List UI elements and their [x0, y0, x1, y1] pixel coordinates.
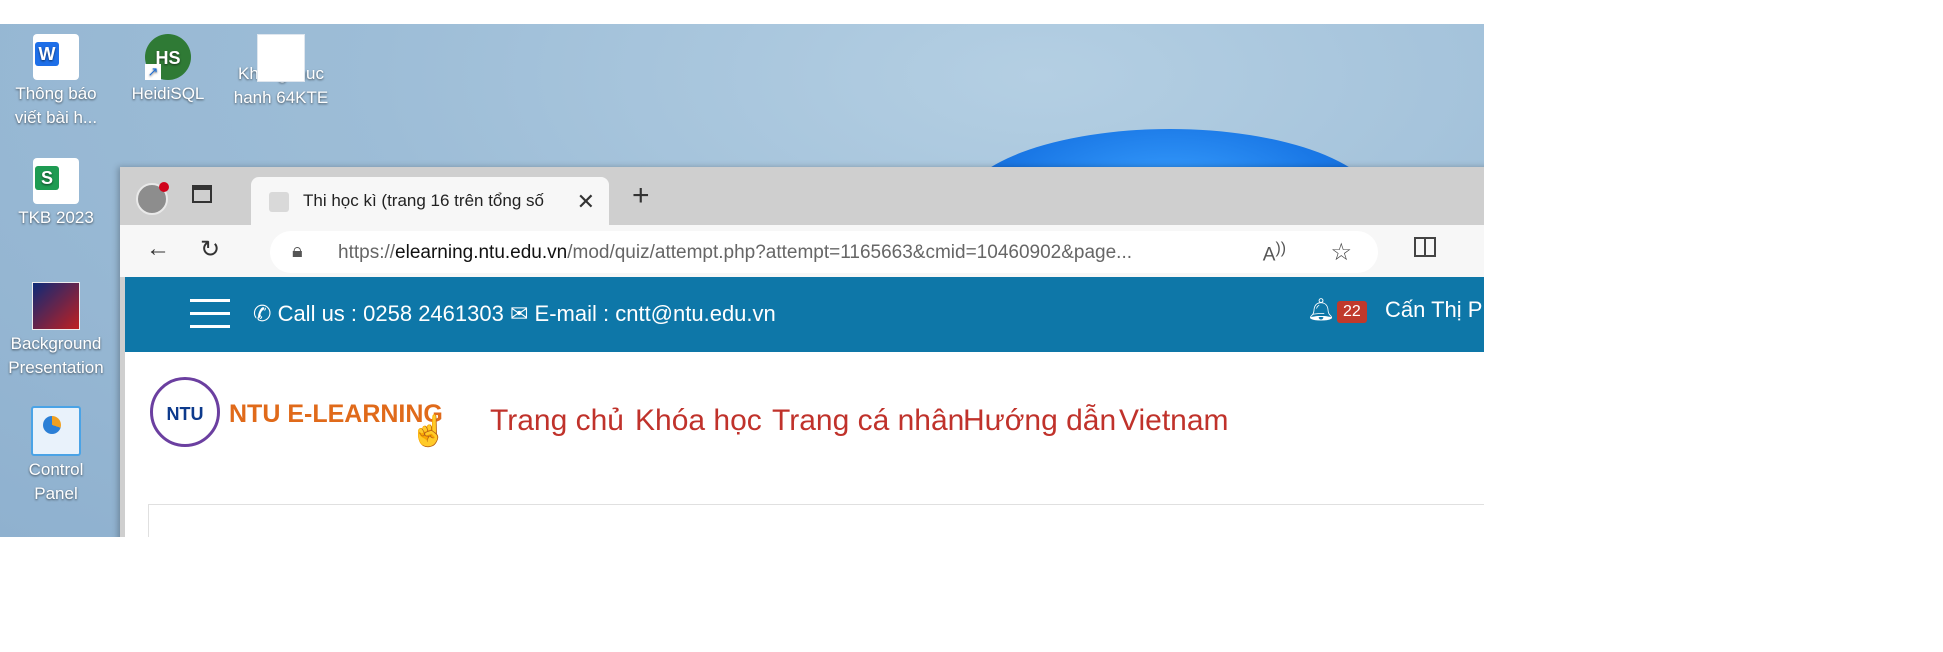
tab-strip: Thi học kì (trang 16 trên tổng số ✕ +: [120, 167, 1484, 225]
word-document-icon: W: [33, 34, 79, 80]
desktop-icon-label: Background Presentation: [8, 334, 104, 377]
contact-info: ✆ Call us : 0258 2461303 ✉ E-mail : cntt…: [253, 301, 776, 327]
desktop-icon-heidisql[interactable]: HS ↗ HeidiSQL: [118, 34, 218, 106]
desktop-icon-label: Thông báo viết bài h...: [14, 84, 98, 127]
email-icon: ✉: [509, 301, 529, 326]
read-aloud-icon[interactable]: A)): [1263, 240, 1286, 266]
bell-icon[interactable]: 🔔︎: [1307, 297, 1335, 323]
profile-avatar-icon[interactable]: [136, 182, 169, 215]
phone-icon: ✆: [253, 301, 272, 326]
notification-dot: [159, 182, 169, 192]
nav-link-language[interactable]: Vietnam: [1119, 404, 1229, 438]
desktop-icon-label: HeidiSQL: [131, 84, 205, 103]
ntu-logo[interactable]: NTU: [150, 377, 220, 447]
lock-icon[interactable]: 🔒︎: [292, 240, 303, 263]
desktop-icon-background-presentation[interactable]: Background Presentation: [6, 282, 106, 380]
tab-favicon-icon: [269, 192, 289, 212]
call-us-text: Call us : 0258 2461303: [277, 301, 504, 326]
new-tab-button[interactable]: +: [632, 179, 650, 213]
pointing-hand-icon: ☝: [410, 415, 448, 448]
back-arrow-icon[interactable]: ←: [146, 235, 170, 263]
split-screen-icon[interactable]: [1414, 237, 1436, 257]
url-text[interactable]: https://elearning.ntu.edu.vn/mod/quiz/at…: [338, 242, 1258, 264]
nav-link-khoa-hoc[interactable]: Khóa học: [635, 404, 762, 438]
presentation-icon: [32, 282, 80, 330]
heidisql-shortcut-icon: HS ↗: [145, 34, 191, 80]
tab-actions-icon[interactable]: [192, 185, 212, 203]
favorite-star-icon[interactable]: ☆: [1330, 238, 1352, 267]
url-host: elearning.ntu.edu.vn: [395, 242, 568, 263]
url-path: /mod/quiz/attempt.php?attempt=1165663&cm…: [567, 242, 1132, 263]
nav-link-trang-ca-nhan[interactable]: Trang cá nhân: [772, 404, 964, 438]
folder-icon: [257, 34, 305, 82]
desktop: W Thông báo viết bài h... HS↗ HeidiSQL K…: [0, 24, 1484, 537]
site-nav-bar: NTU NTU E-LEARNING ☝ Trang chủ Khóa học …: [125, 352, 1484, 481]
address-bar[interactable]: 🔒︎ https://elearning.ntu.edu.vn/mod/quiz…: [270, 231, 1378, 273]
browser-window: Thi học kì (trang 16 trên tổng số ✕ + ← …: [120, 167, 1484, 537]
desktop-icon-label: TKB 2023: [18, 208, 94, 227]
desktop-icon-control-panel[interactable]: Control Panel: [6, 406, 106, 506]
browser-toolbar: ← ↻ 🔒︎ https://elearning.ntu.edu.vn/mod/…: [120, 225, 1484, 277]
site-top-bar: ✆ Call us : 0258 2461303 ✉ E-mail : cntt…: [125, 277, 1484, 352]
nav-link-trang-chu[interactable]: Trang chủ: [490, 404, 624, 438]
content-card: [148, 504, 1484, 537]
desktop-icon-thong-bao[interactable]: W Thông báo viết bài h...: [6, 34, 106, 130]
hamburger-menu-icon[interactable]: [190, 299, 230, 338]
tab-close-icon[interactable]: ✕: [577, 189, 595, 215]
spreadsheet-icon: S: [33, 158, 79, 204]
url-scheme: https://: [338, 242, 396, 263]
desktop-icon-khong-thuc-hanh[interactable]: Khong thuc hanh 64KTE: [231, 34, 331, 110]
desktop-icon-label: Control Panel: [28, 460, 84, 503]
tab-active[interactable]: Thi học kì (trang 16 trên tổng số ✕: [251, 177, 609, 225]
screenshot-area: W Thông báo viết bài h... HS↗ HeidiSQL K…: [0, 0, 1484, 537]
notification-count-badge[interactable]: 22: [1337, 301, 1367, 323]
nav-link-huong-dan[interactable]: Hướng dẫn: [963, 404, 1116, 438]
refresh-icon[interactable]: ↻: [200, 235, 220, 264]
tab-title: Thi học kì (trang 16 trên tổng số: [303, 191, 544, 210]
desktop-icon-tkb-2023[interactable]: S TKB 2023: [6, 158, 106, 230]
user-menu[interactable]: Cấn Thị P: [1385, 297, 1482, 323]
logo-circle-text: NTU: [166, 404, 204, 424]
email-text: E-mail : cntt@ntu.edu.vn: [534, 301, 776, 326]
control-panel-icon: [31, 406, 81, 456]
